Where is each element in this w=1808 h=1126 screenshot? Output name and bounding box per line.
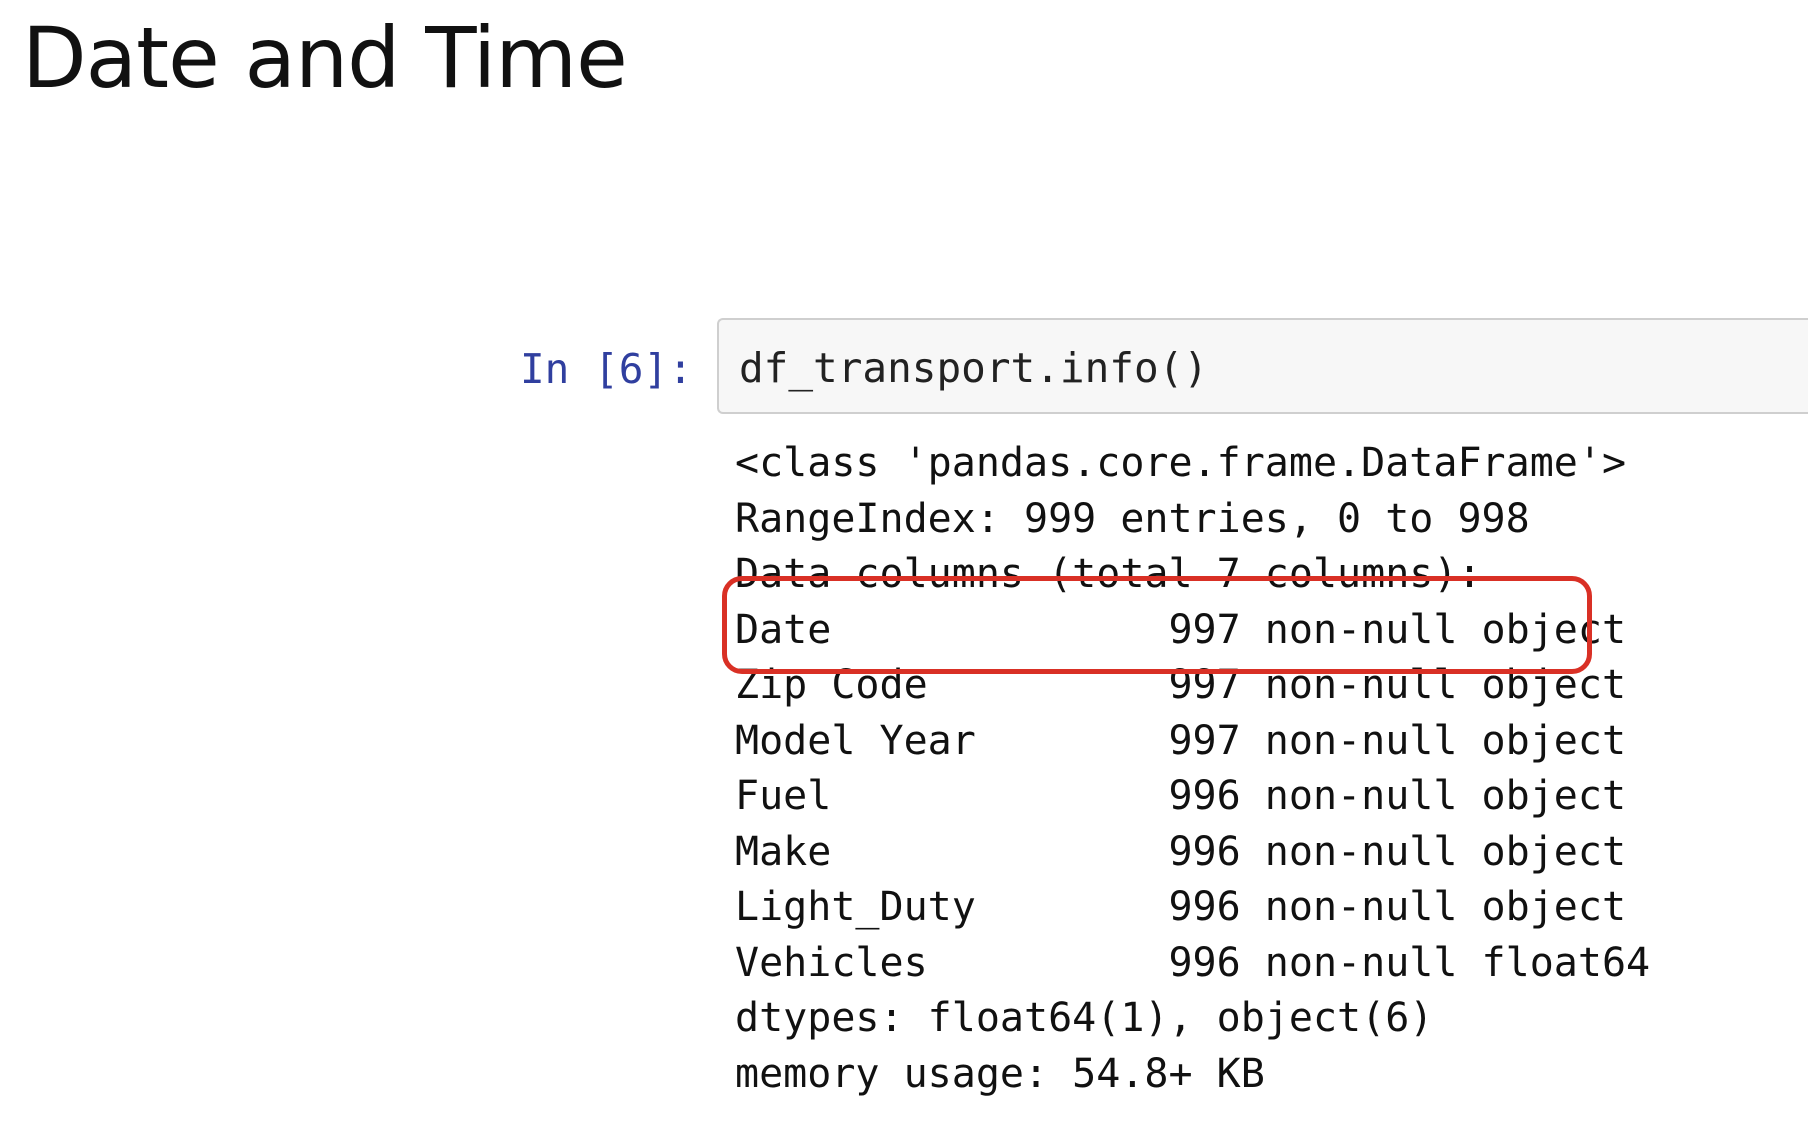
code-cell-source[interactable]: df_transport.info() — [739, 343, 1208, 393]
output-line-make: Make 996 non-null object — [735, 828, 1627, 875]
output-line-fuel: Fuel 996 non-null object — [735, 773, 1627, 819]
code-cell-input[interactable]: df_transport.info() — [717, 318, 1808, 414]
output-line-data-columns: Data columns (total 7 columns): — [735, 551, 1482, 597]
output-line-memory-usage: memory usage: 54.8+ KB — [735, 1050, 1265, 1097]
cell-output: <class 'pandas.core.frame.DataFrame'> Ran… — [735, 436, 1650, 1102]
output-line-dtypes: dtypes: float64(1), object(6) — [735, 995, 1434, 1041]
cell-input-prompt: In [6]: — [520, 345, 693, 393]
output-line-model-year: Model Year 997 non-null object — [735, 717, 1627, 764]
output-line-light-duty: Light_Duty 996 non-null object — [735, 884, 1627, 930]
slide-title: Date and Time — [22, 9, 628, 107]
output-line-range-index: RangeIndex: 999 entries, 0 to 998 — [735, 495, 1530, 542]
output-line-vehicles: Vehicles 996 non-null float64 — [735, 939, 1651, 986]
output-line-class: <class 'pandas.core.frame.DataFrame'> — [735, 440, 1627, 486]
output-line-date: Date 997 non-null object — [735, 606, 1627, 653]
output-line-zip-code: Zip Code 997 non-null object — [735, 662, 1627, 708]
